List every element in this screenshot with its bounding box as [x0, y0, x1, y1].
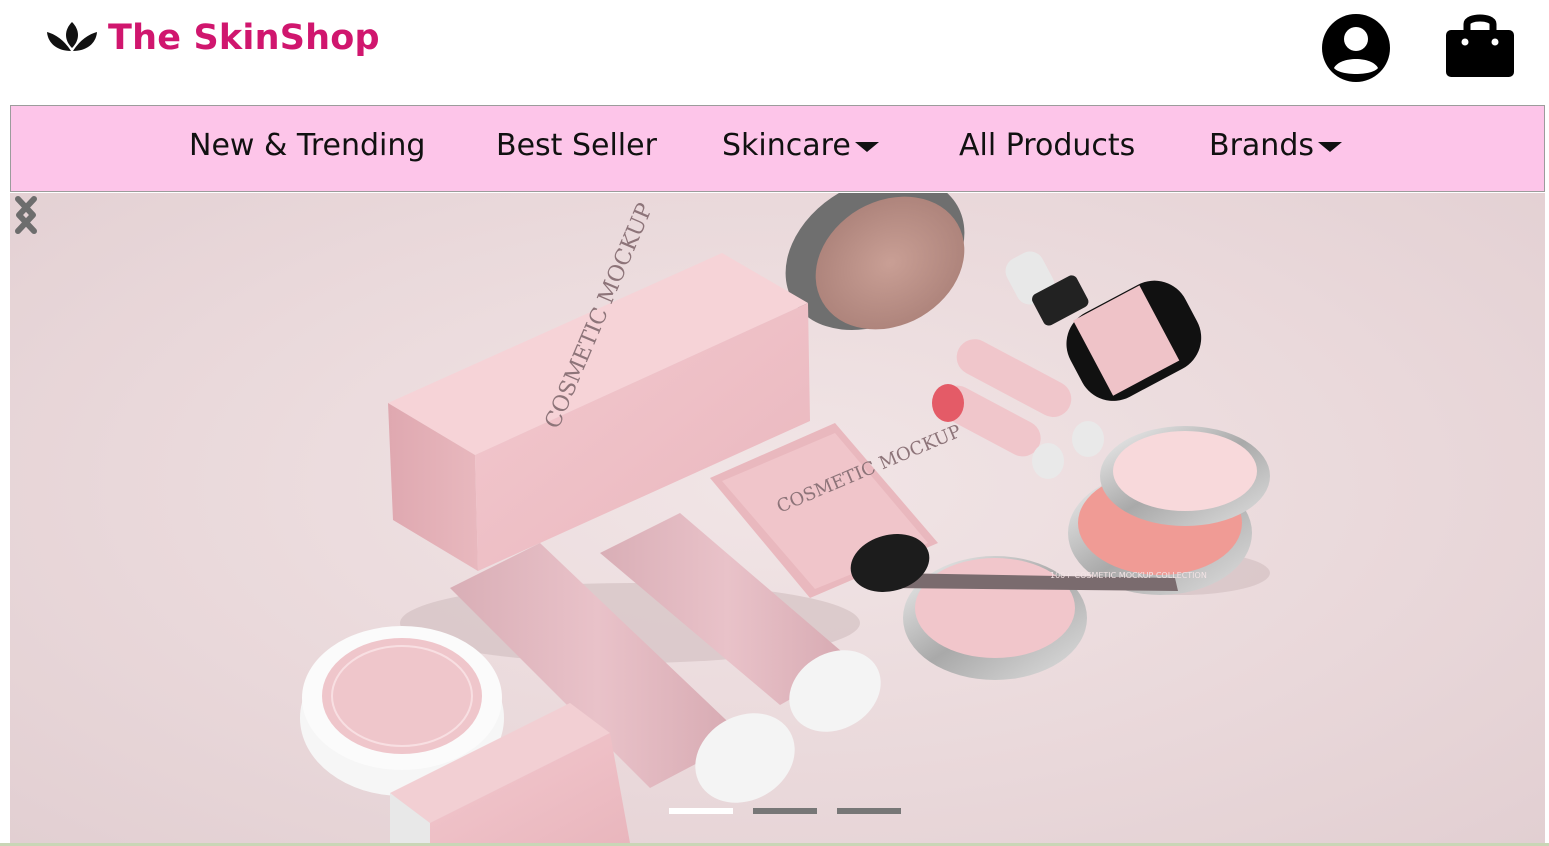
chevron-right-icon[interactable]	[10, 193, 42, 237]
carousel-indicator-2[interactable]	[753, 808, 817, 814]
nav-label: Skincare	[722, 128, 851, 163]
nav-label: All Products	[959, 128, 1136, 163]
nav-skincare[interactable]: Skincare	[722, 128, 879, 163]
caret-down-icon	[854, 141, 879, 152]
carousel-indicator-1[interactable]	[669, 808, 733, 814]
nav-new-trending[interactable]: New & Trending	[189, 128, 425, 163]
shopping-bag-icon[interactable]	[1443, 8, 1517, 78]
site-header: The SkinShop	[0, 0, 1549, 105]
carousel-indicator-3[interactable]	[837, 808, 901, 814]
nav-label: New & Trending	[189, 128, 426, 163]
nav-label: Brands	[1209, 128, 1314, 163]
caret-down-icon	[1318, 141, 1342, 152]
main-nav: New & Trending Best Seller Skincare All …	[10, 105, 1545, 192]
brush-label-text: 100+ COSMETIC MOCKUP COLLECTION	[1050, 571, 1207, 580]
lotus-icon	[47, 22, 97, 51]
brand-name: The SkinShop	[108, 18, 380, 58]
brand-logo[interactable]: The SkinShop	[44, 18, 380, 58]
nav-all-products[interactable]: All Products	[959, 128, 1135, 163]
user-icon[interactable]	[1320, 12, 1392, 84]
hero-carousel: COSMETIC MOCKUP COSMETIC MOCKUP 100+ COS…	[10, 193, 1545, 843]
carousel-indicators	[669, 808, 901, 814]
nav-label: Best Seller	[496, 128, 657, 163]
nav-brands[interactable]: Brands	[1209, 128, 1342, 163]
nav-best-seller[interactable]: Best Seller	[496, 128, 657, 163]
hero-product-image: COSMETIC MOCKUP COSMETIC MOCKUP 100+ COS…	[300, 193, 1270, 843]
